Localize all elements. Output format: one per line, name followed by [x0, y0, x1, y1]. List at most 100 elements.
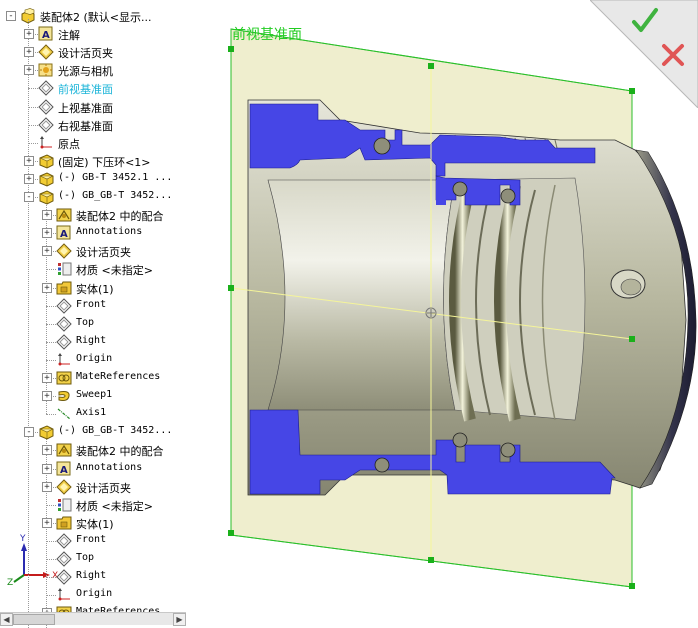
tree-item-node[interactable]: + A 注解	[0, 25, 230, 43]
tree-item-node[interactable]: Front	[0, 297, 230, 315]
expand-toggle[interactable]: +	[42, 228, 52, 239]
tree-item-label: 右视基准面	[58, 119, 113, 133]
expand-toggle[interactable]: +	[42, 445, 52, 456]
tree-item-label: (-) GB_GB-T 3452...	[58, 425, 173, 437]
tree-item-label: Front	[76, 298, 107, 310]
tree-item-label: Axis1	[76, 407, 107, 419]
tree-item-label: Right	[76, 334, 107, 346]
plane-icon	[56, 334, 72, 350]
tree-item-node[interactable]: + 实体(1)	[0, 514, 230, 532]
tree-item-node[interactable]: Right	[0, 568, 230, 586]
plane-icon	[56, 533, 72, 549]
tree-item-label: (固定) 下压环<1>	[58, 155, 151, 169]
material-icon	[56, 497, 72, 513]
tree-item-node[interactable]: - (-) GB_GB-T 3452...	[0, 188, 230, 206]
tree-item-node[interactable]: Origin	[0, 586, 230, 604]
collapse-toggle[interactable]: -	[24, 192, 34, 202]
tree-item-label: 材质 <未指定>	[76, 264, 153, 278]
part-icon	[38, 189, 54, 205]
tree-item-node[interactable]: + 装配体2 中的配合	[0, 206, 230, 224]
expand-toggle[interactable]: +	[42, 282, 52, 293]
tree-item-node[interactable]: + 光源与相机	[0, 61, 230, 79]
tree-item-node[interactable]: + 装配体2 中的配合	[0, 441, 230, 459]
tree-item-label: 光源与相机	[58, 65, 113, 79]
tree-item-node[interactable]: Right	[0, 333, 230, 351]
origin-icon	[56, 587, 72, 603]
tree-item-node[interactable]: Top	[0, 550, 230, 568]
tree-root-assembly[interactable]: - 装配体2 (默认<显示...	[0, 7, 230, 25]
annotation-icon: A	[56, 461, 72, 477]
tree-item-node[interactable]: Origin	[0, 351, 230, 369]
plane-icon	[56, 297, 72, 314]
scroll-thumb[interactable]	[13, 614, 55, 625]
tree-item-node[interactable]: Front	[0, 532, 230, 550]
tree-item-label: 材质 <未指定>	[76, 499, 153, 513]
tree-item-node[interactable]: + MateReferences	[0, 369, 230, 387]
tree-item-label: 设计活页夹	[58, 47, 113, 61]
tree-item-node[interactable]: 右视基准面	[0, 116, 230, 134]
expand-toggle[interactable]: +	[42, 391, 52, 402]
collapse-toggle[interactable]: -	[24, 427, 34, 438]
expand-toggle[interactable]: +	[24, 173, 34, 184]
confirmation-corner	[589, 0, 698, 109]
expand-toggle[interactable]: +	[24, 47, 34, 58]
tree-item-label: Front	[76, 533, 107, 545]
part-icon	[38, 171, 54, 187]
plane-icon	[38, 98, 54, 115]
origin-icon	[56, 352, 72, 368]
tree-item-label: 上视基准面	[58, 101, 113, 115]
solid-folder-icon	[56, 280, 72, 296]
inner-bore	[267, 179, 456, 411]
tree-item-node[interactable]: Top	[0, 315, 230, 333]
tree-item-label: Top	[76, 552, 95, 563]
expand-toggle[interactable]: +	[42, 463, 52, 474]
annotation-icon: A	[56, 225, 72, 241]
expand-toggle[interactable]: +	[24, 29, 34, 40]
solid-folder-icon	[56, 515, 72, 531]
tree-item-node[interactable]: + A Annotations	[0, 224, 230, 242]
tree-item-front-plane-selected[interactable]: 前视基准面	[0, 79, 230, 97]
svg-text:A: A	[42, 30, 50, 41]
expand-toggle[interactable]: +	[42, 373, 52, 383]
tree-item-node[interactable]: + 设计活页夹	[0, 478, 230, 496]
tree-item-node[interactable]: - (-) GB_GB-T 3452...	[0, 423, 230, 441]
tree-item-node[interactable]: Axis1	[0, 405, 230, 423]
binder-icon	[38, 44, 54, 60]
axis-icon	[56, 406, 72, 422]
mate-icon	[56, 442, 72, 458]
light-camera-icon	[38, 62, 54, 78]
tree-item-label: 原点	[58, 137, 80, 151]
part-icon	[38, 153, 54, 169]
tree-item-node[interactable]: + 设计活页夹	[0, 43, 230, 61]
tree-item-node[interactable]: + A Annotations	[0, 460, 230, 478]
tree-item-node[interactable]: + (固定) 下压环<1>	[0, 152, 230, 170]
scroll-right-button[interactable]: ▶	[173, 613, 186, 626]
expand-toggle[interactable]: +	[24, 65, 34, 76]
origin-icon	[38, 135, 54, 151]
tree-item-node[interactable]: 原点	[0, 134, 230, 152]
tree-item-node[interactable]: + (-) GB-T 3452.1 ...	[0, 170, 230, 188]
feature-manager-tree[interactable]: - 装配体2 (默认<显示... + A 注解 + 设计活页夹 + 光源与相机 前视基准面 上视基准…	[0, 0, 230, 628]
plane-icon	[56, 569, 72, 585]
tree-horizontal-scrollbar[interactable]: ◀ ▶	[0, 612, 186, 626]
expand-toggle[interactable]: +	[42, 481, 52, 492]
tree-item-node[interactable]: + Sweep1	[0, 387, 230, 405]
tree-item-label: 装配体2 中的配合	[76, 445, 164, 459]
expand-toggle[interactable]: +	[24, 155, 34, 166]
plane-icon	[38, 116, 54, 133]
tree-item-node[interactable]: 上视基准面	[0, 98, 230, 116]
plane-icon	[56, 315, 72, 332]
expand-toggle[interactable]: +	[42, 246, 52, 257]
tree-item-node[interactable]: 材质 <未指定>	[0, 260, 230, 278]
tree-item-node[interactable]: + 设计活页夹	[0, 242, 230, 260]
tree-item-node[interactable]: 材质 <未指定>	[0, 496, 230, 514]
scroll-left-button[interactable]: ◀	[0, 613, 13, 626]
tree-item-node[interactable]: + 实体(1)	[0, 279, 230, 297]
tree-item-label: Top	[76, 316, 95, 328]
expand-toggle[interactable]: +	[42, 517, 52, 528]
tree-item-label: Annotations	[76, 226, 143, 238]
collapse-toggle[interactable]: -	[6, 11, 16, 21]
tree-item-label: (-) GB_GB-T 3452...	[58, 190, 173, 201]
expand-toggle[interactable]: +	[42, 210, 52, 221]
tree-item-label: 装配体2 中的配合	[76, 210, 164, 224]
